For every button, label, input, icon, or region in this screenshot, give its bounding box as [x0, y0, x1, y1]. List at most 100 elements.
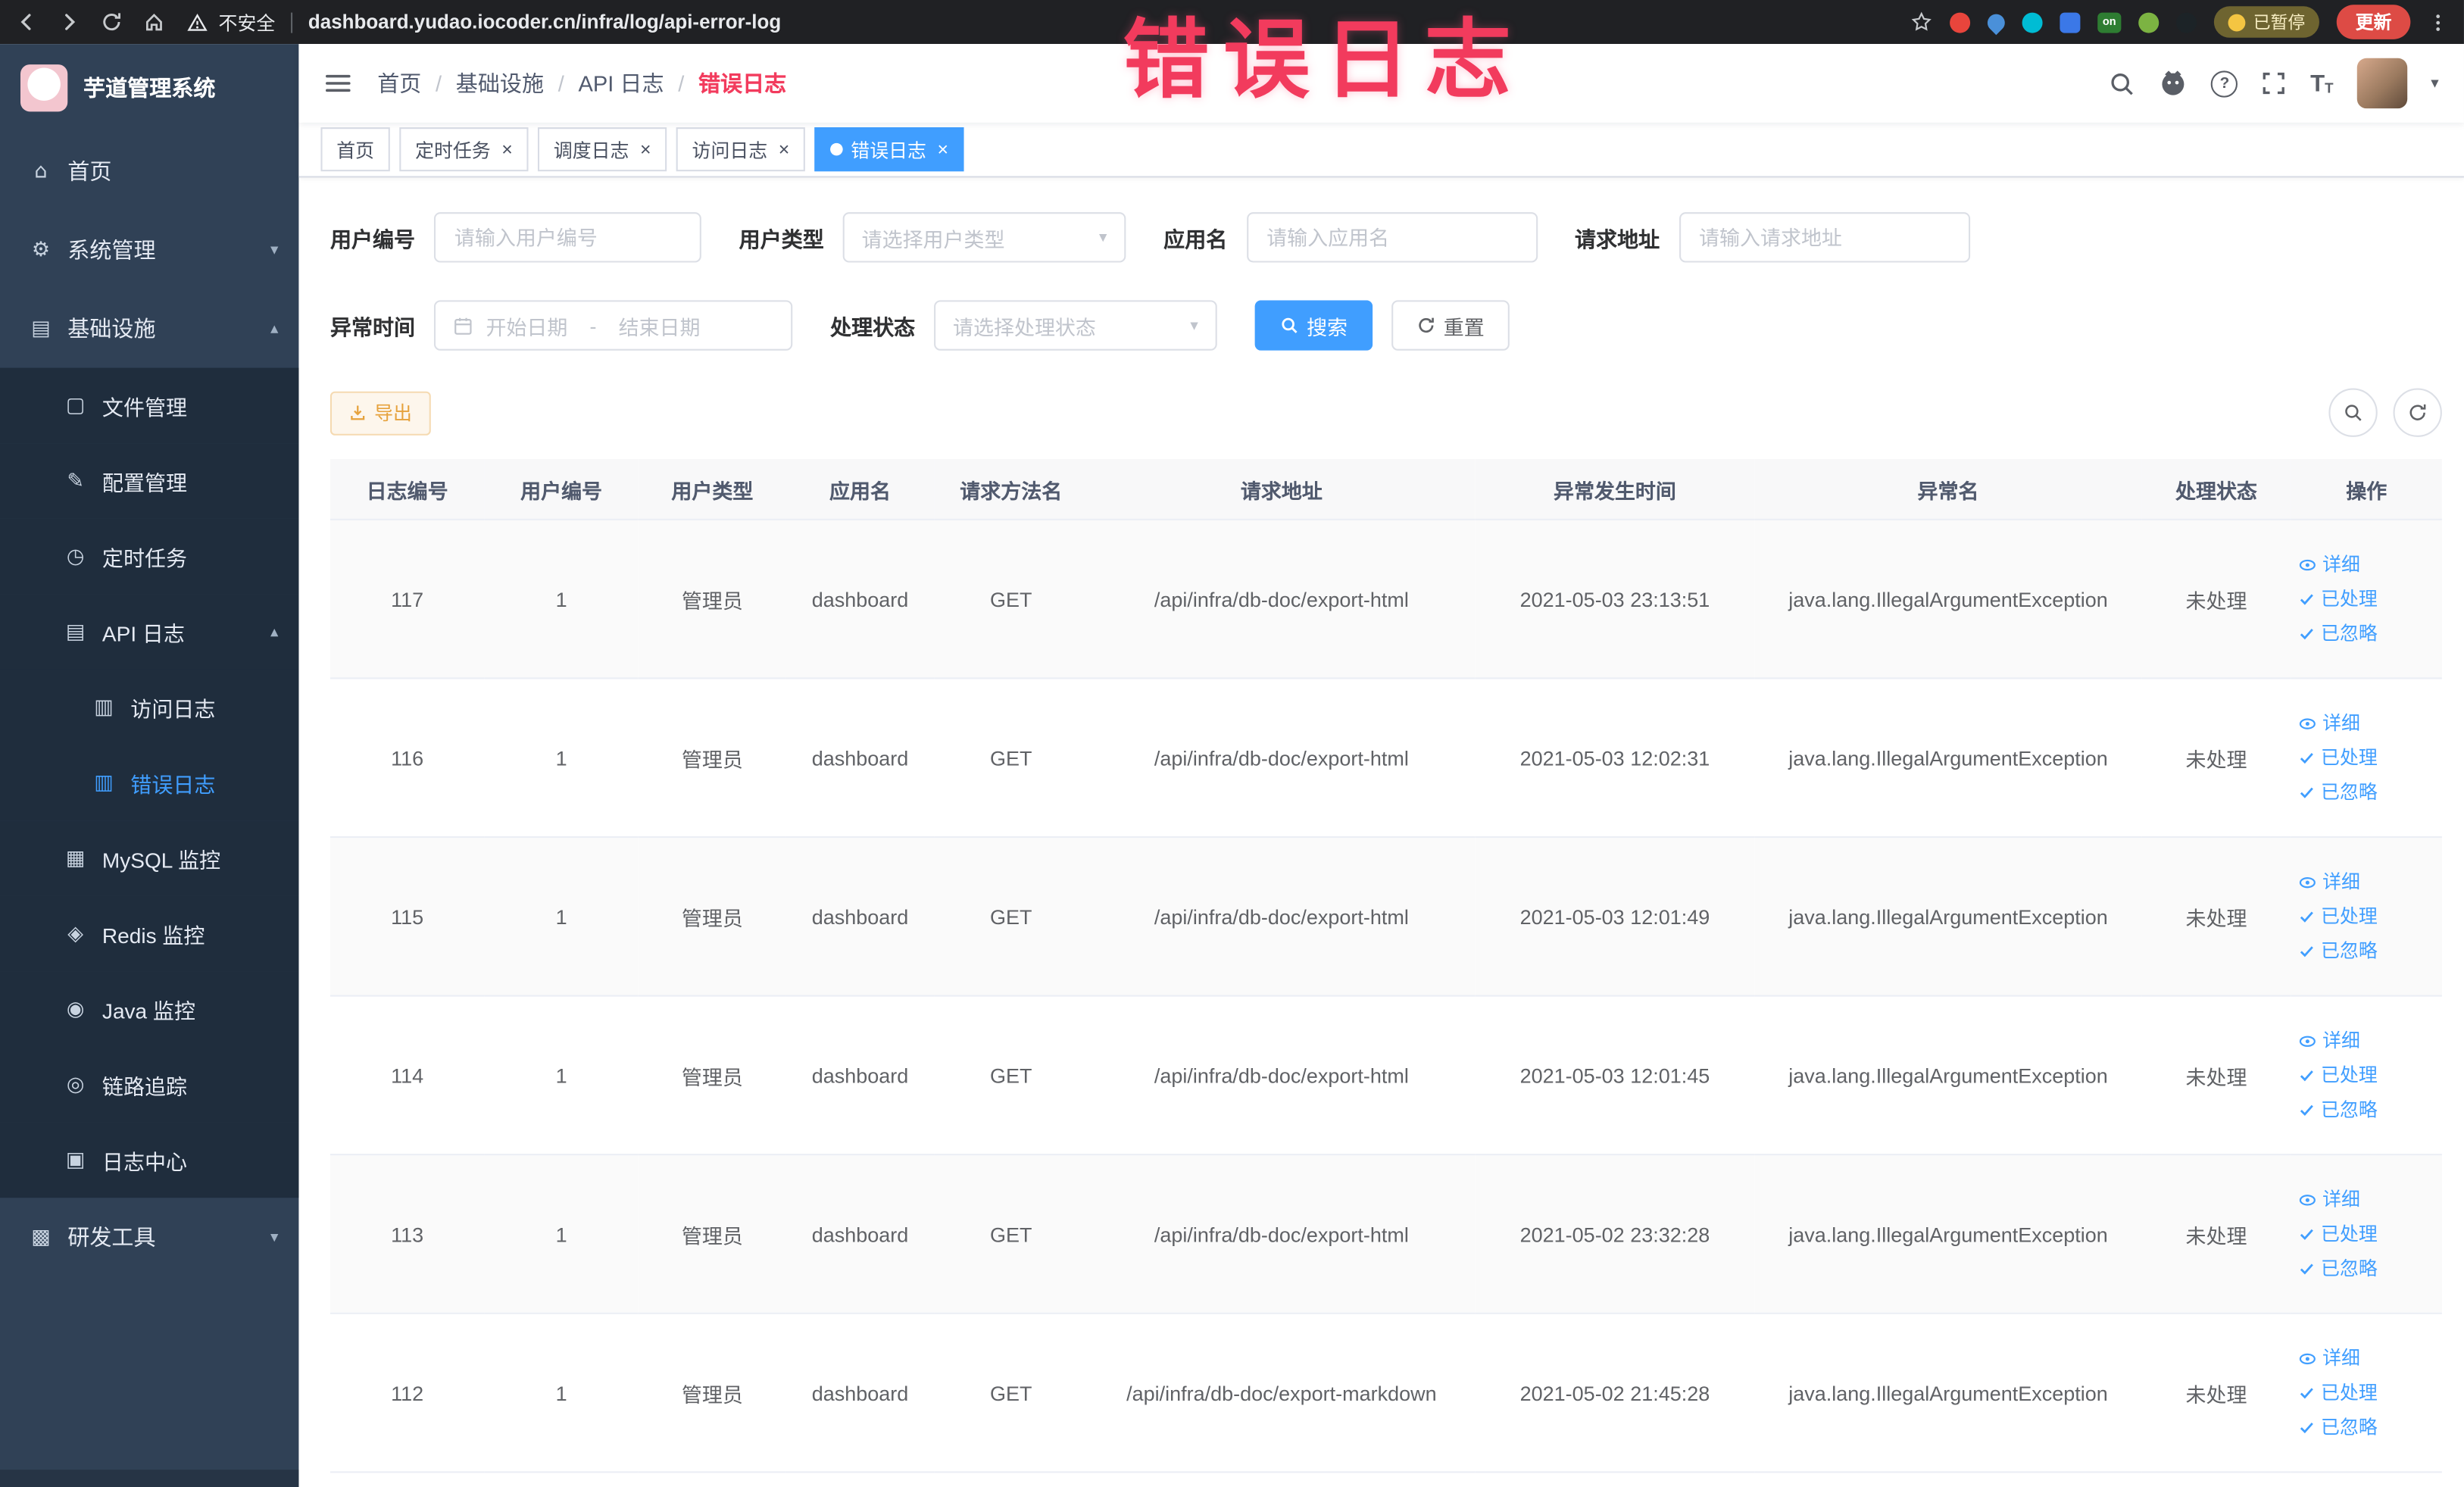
column-header-9: 操作	[2291, 458, 2442, 520]
action-processed-link[interactable]: 已处理	[2297, 1217, 2436, 1251]
refresh-button[interactable]	[2393, 388, 2442, 437]
sidebar-item-home[interactable]: ⌂ 首页	[0, 132, 298, 211]
cell-method: GET	[934, 836, 1088, 997]
sidebar-item-error-log[interactable]: ▥ 错误日志	[0, 745, 299, 821]
extension-icon-on-badge[interactable]: on	[2097, 11, 2122, 33]
tab-close-icon[interactable]: ×	[779, 140, 790, 159]
extension-icon-blue-drop[interactable]	[1984, 9, 2009, 35]
process-status-select[interactable]: 请选择处理状态 ▾	[934, 300, 1217, 351]
address-bar[interactable]: 不安全 dashboard.yudao.iocoder.cn/infra/log…	[181, 8, 1895, 35]
tab-scheduled-tasks[interactable]: 定时任务 ×	[399, 127, 529, 172]
help-icon[interactable]: ?	[2211, 70, 2238, 97]
sidebar-item-log-center[interactable]: ▣ 日志中心	[0, 1122, 299, 1198]
forward-button[interactable]	[58, 11, 80, 33]
breadcrumb-item-1[interactable]: 基础设施	[456, 67, 544, 99]
sidebar-collapse-bar[interactable]	[0, 1470, 299, 1487]
extension-icon-teal[interactable]	[2022, 11, 2043, 33]
extension-icon-green[interactable]	[2138, 11, 2160, 33]
action-processed-link[interactable]: 已处理	[2297, 740, 2436, 775]
tab-home[interactable]: 首页	[320, 127, 390, 172]
action-detail-link[interactable]: 详细	[2297, 1182, 2436, 1217]
action-ignored-link[interactable]: 已忽略	[2297, 1092, 2436, 1127]
tab-access-log[interactable]: 访问日志 ×	[676, 127, 806, 172]
fullscreen-icon[interactable]	[2262, 70, 2287, 95]
back-button[interactable]	[16, 11, 38, 33]
extension-icon-paw[interactable]	[2176, 11, 2197, 33]
scheduled-tasks-icon: ◷	[66, 545, 85, 569]
action-ignored-link[interactable]: 已忽略	[2297, 934, 2436, 969]
app-logo-area[interactable]: 芋道管理系统	[0, 44, 298, 132]
bookmark-star-icon[interactable]	[1910, 11, 1932, 33]
paused-badge[interactable]: 已暂停	[2213, 6, 2319, 38]
table-row-112: 112 1 管理员 dashboard GET/api/infra/db-doc/exp…	[329, 1313, 2442, 1473]
search-icon[interactable]	[2109, 70, 2135, 96]
action-processed-link[interactable]: 已处理	[2297, 1058, 2436, 1093]
cell-status: 未处理	[2141, 678, 2291, 839]
action-ignored-link[interactable]: 已忽略	[2297, 616, 2436, 651]
action-processed-link[interactable]: 已处理	[2297, 582, 2436, 617]
sidebar-item-redis-monitor[interactable]: ◈ Redis 监控	[0, 895, 299, 972]
reset-button[interactable]: 重置	[1391, 300, 1510, 351]
sidebar-item-mysql-monitor[interactable]: ▦ MySQL 监控	[0, 820, 299, 896]
action-ignored-link[interactable]: 已忽略	[2297, 1410, 2436, 1445]
tab-error-log[interactable]: 错误日志 ×	[814, 127, 964, 172]
hamburger-icon[interactable]	[324, 69, 352, 97]
export-button[interactable]: 导出	[329, 390, 431, 435]
action-detail-link[interactable]: 详细	[2297, 706, 2436, 741]
extension-icon-grid[interactable]	[2060, 11, 2081, 33]
action-processed-link[interactable]: 已处理	[2297, 1376, 2436, 1410]
tab-close-icon[interactable]: ×	[640, 140, 651, 159]
sidebar-item-label: Redis 监控	[101, 924, 205, 948]
reload-button[interactable]	[101, 11, 123, 33]
search-toggle-button[interactable]	[2328, 388, 2378, 437]
chevron-down-icon[interactable]: ▾	[2431, 75, 2438, 92]
extension-icon-red[interactable]	[1950, 11, 1971, 33]
cell-exception: java.lang.IllegalArgumentException	[1754, 1313, 2142, 1473]
breadcrumb-item-0[interactable]: 首页	[377, 67, 421, 99]
tab-close-icon[interactable]: ×	[937, 140, 948, 159]
sidebar-item-java-monitor[interactable]: ◉ Java 监控	[0, 971, 299, 1048]
filter-label: 请求地址	[1575, 227, 1660, 252]
tab-close-icon[interactable]: ×	[501, 140, 513, 159]
user-id-input[interactable]	[433, 212, 701, 263]
breadcrumb-item-2[interactable]: API 日志	[578, 67, 664, 99]
filter-label: 处理状态	[830, 316, 916, 340]
sidebar-item-system-mgmt[interactable]: ⚙ 系统管理 ▾	[0, 211, 298, 289]
sidebar-item-label: 文件管理	[101, 395, 188, 420]
config-mgmt-icon: ✎	[67, 469, 84, 493]
column-header-5: 请求地址	[1088, 458, 1476, 520]
sidebar-item-trace[interactable]: ◎ 链路追踪	[0, 1047, 299, 1123]
action-detail-link[interactable]: 详细	[2297, 547, 2436, 582]
request-url-input[interactable]	[1679, 212, 1970, 263]
user-avatar[interactable]	[2356, 58, 2408, 109]
action-ignored-link[interactable]: 已忽略	[2297, 775, 2436, 810]
sidebar-item-label: 错误日志	[130, 773, 216, 798]
update-button[interactable]: 更新	[2336, 5, 2411, 39]
search-button[interactable]: 搜索	[1254, 300, 1373, 351]
action-ignored-link[interactable]: 已忽略	[2297, 1251, 2436, 1286]
action-detail-link[interactable]: 详细	[2297, 1341, 2436, 1376]
cell-user_id: 1	[484, 995, 639, 1156]
app-name-input[interactable]	[1246, 212, 1538, 263]
action-detail-link[interactable]: 详细	[2297, 1023, 2436, 1058]
home-button[interactable]	[143, 11, 165, 33]
cell-app_name: dashboard	[785, 519, 935, 679]
sidebar-item-scheduled-tasks[interactable]: ◷ 定时任务	[0, 518, 299, 595]
sidebar-item-config-mgmt[interactable]: ✎ 配置管理	[0, 443, 299, 519]
tab-scheduler-log[interactable]: 调度日志 ×	[538, 127, 667, 172]
sidebar-item-file-mgmt[interactable]: ▢ 文件管理	[0, 367, 299, 444]
user-type-select[interactable]: 请选择用户类型 ▾	[842, 212, 1126, 263]
sidebar-item-infrastructure[interactable]: ▤ 基础设施 ▴	[0, 289, 298, 368]
exception-time-range-picker[interactable]: 开始日期 - 结束日期	[433, 300, 793, 351]
action-processed-link[interactable]: 已处理	[2297, 899, 2436, 934]
infrastructure-icon: ▤	[31, 317, 51, 341]
action-detail-link[interactable]: 详细	[2297, 864, 2436, 899]
browser-menu-button[interactable]	[2428, 12, 2448, 33]
sidebar-item-dev-tools[interactable]: ▩ 研发工具 ▾	[0, 1198, 298, 1276]
sidebar-item-api-logs[interactable]: ▤ API 日志 ▴	[0, 594, 299, 670]
github-icon[interactable]	[2160, 69, 2188, 97]
sidebar-item-access-log[interactable]: ▥ 访问日志	[0, 669, 299, 745]
cell-id: 115	[329, 836, 485, 997]
font-size-icon[interactable]: TT	[2310, 71, 2333, 95]
cell-user_type: 管理员	[638, 995, 786, 1156]
